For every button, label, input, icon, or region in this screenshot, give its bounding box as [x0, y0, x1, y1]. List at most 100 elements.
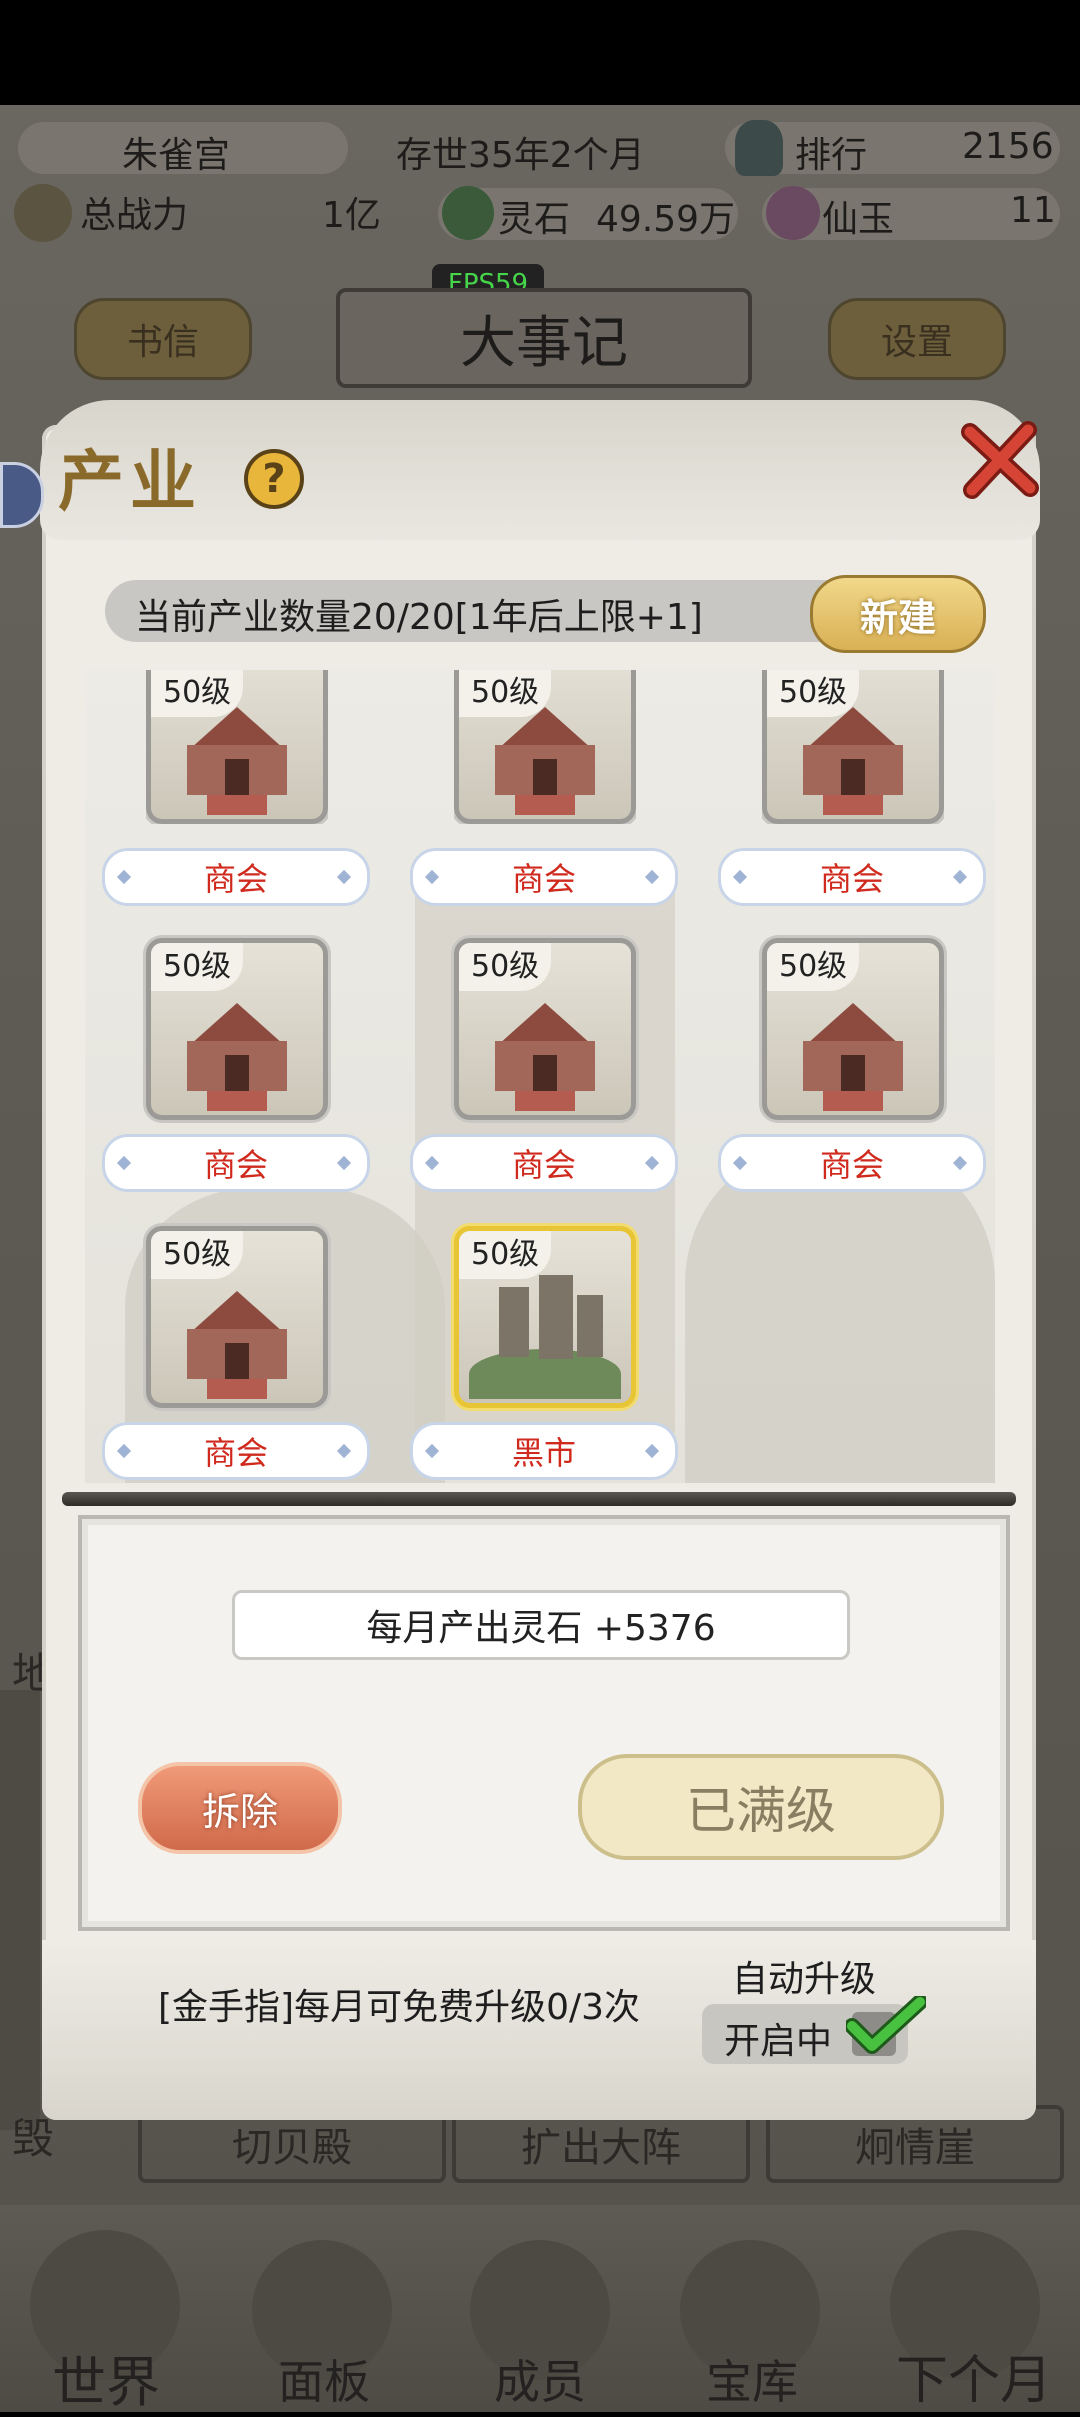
industry-level-badge: 50级 — [151, 1231, 244, 1279]
monthly-income: 每月产出灵石 +5376 — [232, 1590, 850, 1660]
industry-tile[interactable]: 50级 — [146, 938, 328, 1120]
pill-ornament-icon — [336, 1443, 352, 1459]
pill-ornament-icon — [424, 1155, 440, 1171]
industry-name-pill[interactable]: 商会 — [102, 1134, 370, 1192]
market-tower — [577, 1295, 603, 1357]
status-bar — [0, 0, 1080, 105]
industry-name: 黑市 — [511, 1434, 576, 1472]
guild-building-path — [823, 1091, 883, 1111]
guild-building-door — [841, 759, 865, 795]
industry-name-pill[interactable]: 商会 — [102, 848, 370, 906]
guild-building-roof — [192, 1291, 282, 1331]
spirit-stone-value: 49.59万 — [596, 199, 736, 240]
pill-ornament-icon — [732, 1155, 748, 1171]
industry-name: 商会 — [203, 1146, 268, 1184]
guild-building-roof — [192, 1003, 282, 1043]
industry-detail-box — [78, 1515, 1010, 1931]
guild-building-path — [207, 1091, 267, 1111]
industry-name: 商会 — [511, 860, 576, 898]
jade-value: 11 — [1010, 190, 1056, 231]
guild-building-path — [515, 795, 575, 815]
guild-building-door — [225, 759, 249, 795]
pill-ornament-icon — [644, 1443, 660, 1459]
settings-button[interactable]: 设置 — [828, 298, 1006, 380]
pill-ornament-icon — [424, 1443, 440, 1459]
industry-name: 商会 — [819, 860, 884, 898]
industry-name-pill[interactable]: 黑市 — [410, 1422, 678, 1480]
auto-upgrade-state: 开启中 — [724, 2021, 833, 2062]
guild-building-roof — [500, 1003, 590, 1043]
guild-building-path — [207, 1379, 267, 1399]
industry-level-badge: 50级 — [151, 943, 244, 991]
demolish-button[interactable]: 拆除 — [138, 1762, 342, 1854]
rank-icon — [735, 120, 783, 176]
help-icon[interactable]: ? — [244, 449, 304, 509]
events-button[interactable]: 大事记 — [336, 288, 752, 388]
golden-finger-text: [金手指]每月可免费升级0/3次 — [158, 1987, 641, 2028]
jade-icon — [766, 186, 820, 240]
industry-name-pill[interactable]: 商会 — [102, 1422, 370, 1480]
guild-building-path — [823, 795, 883, 815]
power-icon — [14, 184, 72, 242]
nav-next-month[interactable]: 下个月 — [896, 2338, 1052, 2413]
section-divider — [62, 1492, 1016, 1506]
industry-level-badge: 50级 — [767, 943, 860, 991]
industry-tile[interactable]: 50级 — [146, 1226, 328, 1408]
industry-level-badge: 50级 — [151, 670, 244, 717]
industry-tile[interactable]: 50级 — [762, 938, 944, 1120]
industry-name-pill[interactable]: 商会 — [410, 848, 678, 906]
pill-ornament-icon — [424, 869, 440, 885]
guild-building-roof — [808, 1003, 898, 1043]
guild-building-door — [225, 1055, 249, 1091]
market-tower — [499, 1287, 529, 1357]
guild-building-door — [533, 1055, 557, 1091]
pill-ornament-icon — [732, 869, 748, 885]
industry-level-badge: 50级 — [459, 670, 552, 717]
nav-treasury[interactable]: 宝库 — [706, 2346, 798, 2412]
power-label: 总战力 — [80, 195, 189, 236]
spirit-stone-icon — [442, 186, 494, 240]
max-level-button: 已满级 — [578, 1754, 944, 1860]
guild-building-path — [207, 795, 267, 815]
industry-level-badge: 50级 — [459, 1231, 552, 1279]
checkmark-icon — [844, 1994, 928, 2056]
industry-name-pill[interactable]: 商会 — [410, 1134, 678, 1192]
auto-upgrade-label: 自动升级 — [732, 1959, 877, 2000]
mountain-backdrop-right — [685, 1148, 995, 1483]
pill-ornament-icon — [644, 869, 660, 885]
industry-name: 商会 — [511, 1146, 576, 1184]
pill-ornament-icon — [952, 1155, 968, 1171]
letters-button[interactable]: 书信 — [74, 298, 252, 380]
pill-ornament-icon — [644, 1155, 660, 1171]
rank-label: 排行 — [795, 135, 868, 176]
pill-ornament-icon — [116, 869, 132, 885]
nav-world[interactable]: 世界 — [52, 2338, 160, 2417]
industry-tile[interactable]: 50级 — [454, 938, 636, 1120]
market-tower — [539, 1275, 573, 1359]
nav-panel[interactable]: 面板 — [278, 2346, 370, 2412]
pill-ornament-icon — [116, 1443, 132, 1459]
survival-time: 存世35年2个月 — [396, 135, 645, 176]
guild-building-door — [533, 759, 557, 795]
panel-title: 产业 — [58, 442, 202, 520]
industry-name: 商会 — [203, 860, 268, 898]
guild-building-path — [515, 1091, 575, 1111]
spirit-stone-label: 灵石 — [498, 199, 571, 240]
close-icon[interactable] — [960, 420, 1040, 500]
jade-label: 仙玉 — [822, 199, 895, 240]
industry-name-pill[interactable]: 商会 — [718, 1134, 986, 1192]
guild-building-door — [841, 1055, 865, 1091]
industry-tile[interactable]: 50级 — [454, 1226, 636, 1408]
location-text: 朱雀宫 — [122, 135, 231, 176]
pill-ornament-icon — [116, 1155, 132, 1171]
power-value: 1亿 — [322, 195, 381, 236]
pill-ornament-icon — [952, 869, 968, 885]
guild-building-door — [225, 1343, 249, 1379]
side-panel-left — [0, 1690, 40, 2130]
industry-level-badge: 50级 — [767, 670, 860, 717]
nav-members[interactable]: 成员 — [494, 2346, 586, 2412]
industry-name-pill[interactable]: 商会 — [718, 848, 986, 906]
new-industry-button[interactable]: 新建 — [810, 575, 986, 653]
industry-level-badge: 50级 — [459, 943, 552, 991]
rank-value: 2156 — [962, 126, 1054, 167]
